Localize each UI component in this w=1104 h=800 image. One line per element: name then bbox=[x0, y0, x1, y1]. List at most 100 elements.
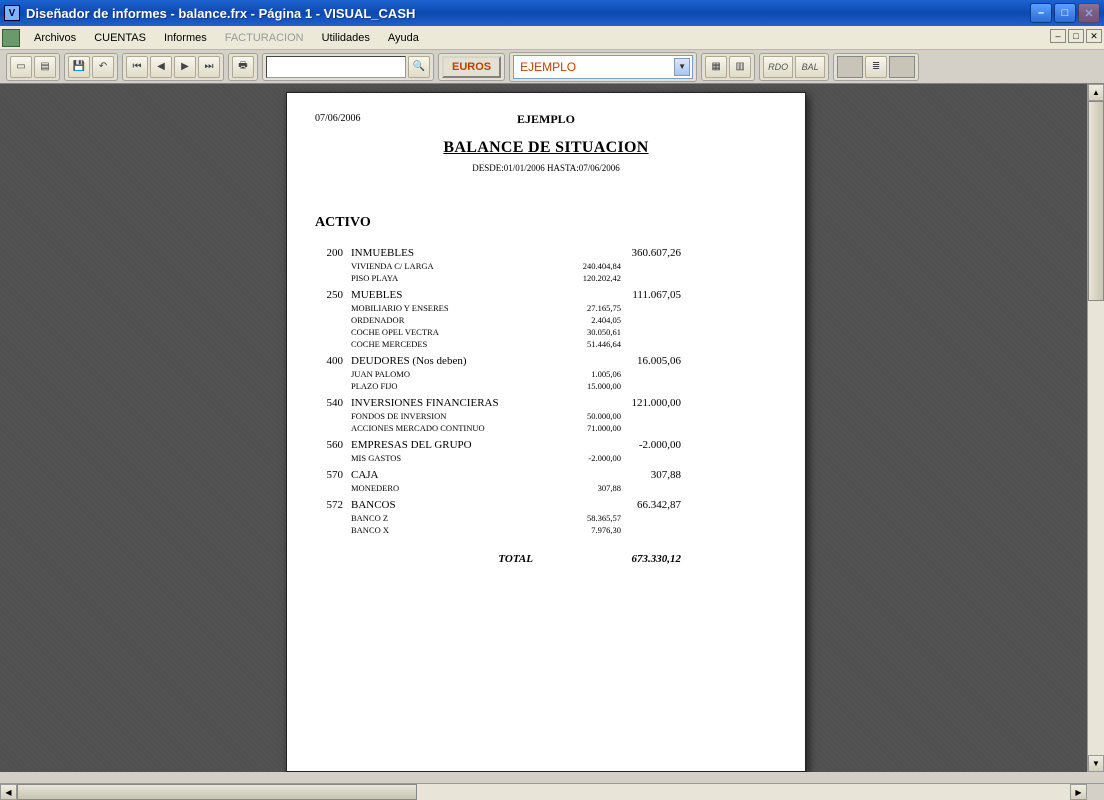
account-name: DEUDORES (Nos deben) bbox=[351, 355, 581, 367]
scroll-up-icon[interactable]: ▲ bbox=[1088, 84, 1104, 101]
account-amount: 307,88 bbox=[581, 469, 681, 481]
toolbar-group-nav: ⏮ ◀ ▶ ⏭ bbox=[122, 53, 224, 81]
menu-ayuda[interactable]: Ayuda bbox=[380, 30, 427, 46]
report-page: 07/06/2006 EJEMPLO BALANCE DE SITUACION … bbox=[286, 92, 806, 772]
subaccount-row: ACCIONES MERCADO CONTINUO71.000,00 bbox=[315, 421, 777, 433]
titlebar: V Diseñador de informes - balance.frx - … bbox=[0, 0, 1104, 26]
subaccount-name: COCHE OPEL VECTRA bbox=[351, 327, 531, 337]
mdi-restore-button[interactable]: □ bbox=[1068, 29, 1084, 43]
toolbar-group-company: EJEMPLO ▼ bbox=[509, 52, 697, 82]
undo-button[interactable]: ↶ bbox=[92, 56, 114, 78]
last-page-button[interactable]: ⏭ bbox=[198, 56, 220, 78]
report-range: DESDE:01/01/2006 HASTA:07/06/2006 bbox=[315, 163, 777, 173]
menu-cuentas[interactable]: CUENTAS bbox=[86, 30, 154, 46]
subaccount-amount: 15.000,00 bbox=[531, 381, 621, 391]
subaccount-amount: 30.050,61 bbox=[531, 327, 621, 337]
app-menu-icon[interactable] bbox=[2, 29, 20, 47]
scroll-down-icon[interactable]: ▼ bbox=[1088, 755, 1104, 772]
account-name: INVERSIONES FINANCIERAS bbox=[351, 397, 581, 409]
hscroll-track[interactable] bbox=[17, 784, 1070, 800]
new-button[interactable]: ▭ bbox=[10, 56, 32, 78]
account-amount: 360.607,26 bbox=[581, 247, 681, 259]
subaccount-name: ACCIONES MERCADO CONTINUO bbox=[351, 423, 531, 433]
euros-button[interactable]: EUROS bbox=[442, 56, 501, 78]
subaccount-row: MIS GASTOS-2.000,00 bbox=[315, 451, 777, 463]
scroll-track[interactable] bbox=[1088, 101, 1104, 755]
account-amount: 121.000,00 bbox=[581, 397, 681, 409]
report-company: EJEMPLO bbox=[315, 112, 777, 127]
menu-archivos[interactable]: Archivos bbox=[26, 30, 84, 46]
toolbar: ▭ ▤ 💾 ↶ ⏮ ◀ ▶ ⏭ 🖶 🔍 EUROS EJEMPLO ▼ ▦ ▥ … bbox=[0, 50, 1104, 84]
next-page-button[interactable]: ▶ bbox=[174, 56, 196, 78]
misc2-button[interactable]: ≣ bbox=[865, 56, 887, 78]
minimize-button[interactable]: – bbox=[1030, 3, 1052, 23]
report-title: BALANCE DE SITUACION bbox=[315, 139, 777, 157]
rdo-button[interactable]: RDO bbox=[763, 56, 793, 78]
toolbar-group-view: ▦ ▥ bbox=[701, 53, 755, 81]
subaccount-row: COCHE OPEL VECTRA30.050,61 bbox=[315, 325, 777, 337]
mdi-window-buttons: – □ ✕ bbox=[1050, 29, 1102, 43]
subaccount-name: PISO PLAYA bbox=[351, 273, 531, 283]
total-label: TOTAL bbox=[351, 553, 551, 565]
subaccount-name: MOBILIARIO Y ENSERES bbox=[351, 303, 531, 313]
view2-button[interactable]: ▥ bbox=[729, 56, 751, 78]
save-button[interactable]: 💾 bbox=[68, 56, 90, 78]
total-amount: 673.330,12 bbox=[551, 553, 681, 565]
menubar: Archivos CUENTAS Informes FACTURACION Ut… bbox=[0, 26, 1104, 50]
window-title: Diseñador de informes - balance.frx - Pá… bbox=[26, 6, 1030, 21]
subaccount-name: JUAN PALOMO bbox=[351, 369, 531, 379]
subaccount-row: JUAN PALOMO1.005,06 bbox=[315, 367, 777, 379]
account-row: 572BANCOS66.342,87 bbox=[315, 493, 777, 511]
subaccount-name: BANCO X bbox=[351, 525, 531, 535]
horizontal-scrollbar[interactable]: ◀ ▶ bbox=[0, 783, 1104, 800]
account-amount: 16.005,06 bbox=[581, 355, 681, 367]
maximize-button[interactable]: □ bbox=[1054, 3, 1076, 23]
account-amount: -2.000,00 bbox=[581, 439, 681, 451]
subaccount-amount: 7.976,30 bbox=[531, 525, 621, 535]
subaccount-name: BANCO Z bbox=[351, 513, 531, 523]
scroll-right-icon[interactable]: ▶ bbox=[1070, 784, 1087, 800]
subaccount-row: FONDOS DE INVERSION50.000,00 bbox=[315, 409, 777, 421]
subaccount-amount: 1.005,06 bbox=[531, 369, 621, 379]
menu-informes[interactable]: Informes bbox=[156, 30, 215, 46]
toolbar-group-file: ▭ ▤ bbox=[6, 53, 60, 81]
hscroll-thumb[interactable] bbox=[17, 784, 417, 800]
account-code: 570 bbox=[315, 469, 351, 481]
account-name: EMPRESAS DEL GRUPO bbox=[351, 439, 581, 451]
search-input[interactable] bbox=[266, 56, 406, 78]
mdi-minimize-button[interactable]: – bbox=[1050, 29, 1066, 43]
scroll-left-icon[interactable]: ◀ bbox=[0, 784, 17, 800]
company-select[interactable]: EJEMPLO ▼ bbox=[513, 55, 693, 79]
scrollbar-corner bbox=[1087, 784, 1104, 800]
subaccount-amount: 71.000,00 bbox=[531, 423, 621, 433]
mdi-close-button[interactable]: ✕ bbox=[1086, 29, 1102, 43]
vertical-scrollbar[interactable]: ▲ ▼ bbox=[1087, 84, 1104, 772]
view1-button[interactable]: ▦ bbox=[705, 56, 727, 78]
first-page-button[interactable]: ⏮ bbox=[126, 56, 148, 78]
bal-button[interactable]: BAL bbox=[795, 56, 825, 78]
chevron-down-icon: ▼ bbox=[674, 58, 690, 76]
toolbar-group-currency: EUROS bbox=[438, 53, 505, 81]
subaccount-name: COCHE MERCEDES bbox=[351, 339, 531, 349]
misc3-button[interactable] bbox=[889, 56, 915, 78]
report-total-row: TOTAL 673.330,12 bbox=[315, 553, 777, 565]
menu-utilidades[interactable]: Utilidades bbox=[314, 30, 378, 46]
scroll-thumb[interactable] bbox=[1088, 101, 1104, 301]
subaccount-name: ORDENADOR bbox=[351, 315, 531, 325]
misc1-button[interactable] bbox=[837, 56, 863, 78]
subaccount-name: FONDOS DE INVERSION bbox=[351, 411, 531, 421]
print-button[interactable]: 🖶 bbox=[232, 56, 254, 78]
search-button[interactable]: 🔍 bbox=[408, 56, 430, 78]
account-code: 400 bbox=[315, 355, 351, 367]
account-row: 200INMUEBLES360.607,26 bbox=[315, 241, 777, 259]
subaccount-name: MONEDERO bbox=[351, 483, 531, 493]
menu-facturacion: FACTURACION bbox=[217, 30, 312, 46]
close-button[interactable]: ✕ bbox=[1078, 3, 1100, 23]
open-button[interactable]: ▤ bbox=[34, 56, 56, 78]
account-code: 200 bbox=[315, 247, 351, 259]
subaccount-name: PLAZO FIJO bbox=[351, 381, 531, 391]
toolbar-group-search: 🔍 bbox=[262, 53, 434, 81]
company-select-value: EJEMPLO bbox=[520, 60, 576, 74]
subaccount-row: VIVIENDA C/ LARGA240.404,84 bbox=[315, 259, 777, 271]
prev-page-button[interactable]: ◀ bbox=[150, 56, 172, 78]
